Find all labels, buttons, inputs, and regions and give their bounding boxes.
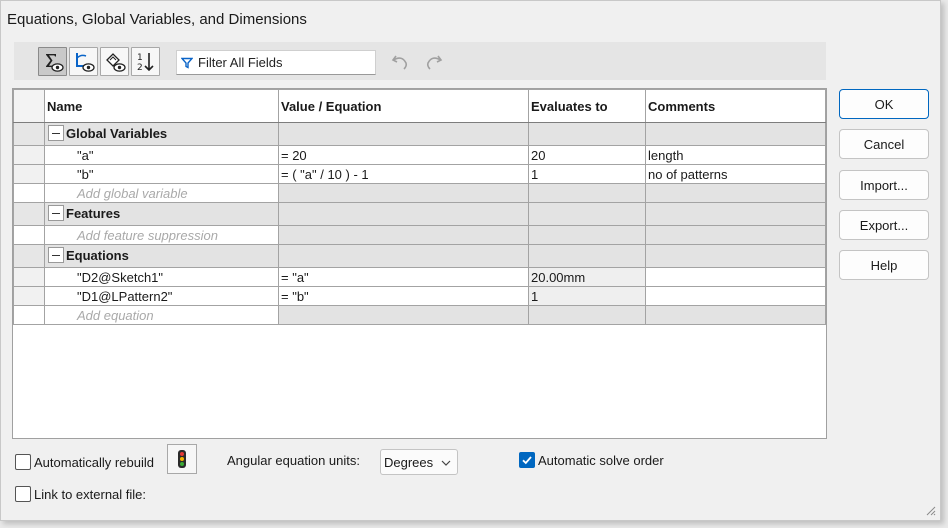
section-header[interactable]: Equations — [44, 244, 279, 268]
row-selector[interactable] — [13, 305, 45, 325]
auto-rebuild-checkbox[interactable] — [15, 454, 31, 470]
add-global-variable-cell[interactable]: Add global variable — [44, 183, 279, 203]
section-label: Equations — [66, 247, 129, 263]
section-global-variables: Global Variables — [13, 122, 826, 146]
cancel-button[interactable]: Cancel — [839, 129, 929, 159]
section-equations: Equations — [13, 244, 826, 268]
column-header-value[interactable]: Value / Equation — [278, 89, 529, 123]
evaluates-cell: 1 — [528, 164, 646, 184]
row-selector[interactable] — [13, 164, 45, 184]
comment-cell[interactable] — [645, 267, 826, 287]
table-row: "D1@LPattern2" = "b" 1 — [13, 286, 826, 306]
row-selector[interactable] — [13, 267, 45, 287]
equation-name-cell[interactable]: "D2@Sketch1" — [44, 267, 279, 287]
dialog-title: Equations, Global Variables, and Dimensi… — [7, 11, 307, 28]
add-row: Add equation — [13, 305, 826, 325]
comment-cell[interactable]: length — [645, 145, 826, 165]
row-selector[interactable] — [13, 244, 45, 268]
row-selector-header[interactable] — [13, 89, 45, 123]
auto-rebuild-label: Automatically rebuild — [34, 455, 154, 470]
help-button[interactable]: Help — [839, 250, 929, 280]
evaluates-cell: 20.00mm — [528, 267, 646, 287]
dimension-view-button[interactable] — [100, 47, 129, 76]
table-row: "a" = 20 20 length — [13, 145, 826, 165]
value-cell[interactable]: = ( "a" / 10 ) - 1 — [278, 164, 529, 184]
collapse-icon[interactable] — [48, 205, 64, 222]
filter-field[interactable]: Filter All Fields — [176, 50, 376, 75]
ok-button[interactable]: OK — [839, 89, 929, 119]
collapse-icon[interactable] — [48, 247, 64, 264]
filter-placeholder: Filter All Fields — [198, 55, 283, 70]
chevron-down-icon — [441, 460, 451, 466]
equations-table: Name Value / Equation Evaluates to Comme… — [12, 88, 827, 439]
link-external-label: Link to external file: — [34, 487, 147, 502]
section-features: Features — [13, 202, 826, 226]
comment-cell[interactable]: no of patterns — [645, 164, 826, 184]
section-label: Features — [66, 205, 121, 221]
checkmark-icon — [522, 456, 532, 465]
section-label: Global Variables — [66, 125, 168, 141]
comment-cell[interactable] — [645, 286, 826, 306]
evaluates-cell: 20 — [528, 145, 646, 165]
add-row: Add feature suppression — [13, 225, 826, 245]
variable-name-cell[interactable]: "b" — [44, 164, 279, 184]
value-cell[interactable]: = "b" — [278, 286, 529, 306]
variable-name-cell[interactable]: "a" — [44, 145, 279, 165]
equations-dialog: Equations, Global Variables, and Dimensi… — [0, 0, 941, 521]
row-selector[interactable] — [13, 225, 45, 245]
column-header-name[interactable]: Name — [44, 89, 279, 123]
row-selector[interactable] — [13, 122, 45, 146]
row-selector[interactable] — [13, 145, 45, 165]
sketch-equation-view-icon — [75, 52, 95, 72]
table-row: "b" = ( "a" / 10 ) - 1 1 no of patterns — [13, 164, 826, 184]
row-selector[interactable] — [13, 202, 45, 226]
equation-view-button[interactable] — [38, 47, 67, 76]
table-row: "D2@Sketch1" = "a" 20.00mm — [13, 267, 826, 287]
import-button[interactable]: Import... — [839, 170, 929, 200]
svg-text:2: 2 — [137, 63, 143, 73]
auto-solve-label: Automatic solve order — [538, 453, 664, 468]
evaluates-cell: 1 — [528, 286, 646, 306]
row-selector[interactable] — [13, 286, 45, 306]
row-selector[interactable] — [13, 183, 45, 203]
svg-text:1: 1 — [137, 53, 143, 63]
value-cell[interactable]: = "a" — [278, 267, 529, 287]
filter-funnel-icon — [181, 57, 193, 69]
section-header[interactable]: Global Variables — [44, 122, 279, 146]
angular-units-value: Degrees — [384, 454, 434, 470]
section-header[interactable]: Features — [44, 202, 279, 226]
sketch-equation-view-button[interactable] — [69, 47, 98, 76]
dimension-view-icon — [105, 52, 126, 72]
equation-view-icon — [45, 53, 64, 72]
redo-icon[interactable] — [422, 51, 444, 73]
undo-icon[interactable] — [390, 51, 412, 73]
ordered-view-icon: 1 2 — [137, 52, 154, 73]
add-equation-cell[interactable]: Add equation — [44, 305, 279, 325]
add-feature-suppression-cell[interactable]: Add feature suppression — [44, 225, 279, 245]
link-external-checkbox[interactable] — [15, 486, 31, 502]
resize-grip-icon[interactable] — [924, 504, 936, 516]
toolbar: 1 2 Filter All Fields — [14, 42, 826, 80]
equation-name-cell[interactable]: "D1@LPattern2" — [44, 286, 279, 306]
ordered-view-button[interactable]: 1 2 — [131, 47, 160, 76]
traffic-light-icon — [178, 450, 186, 468]
angular-units-label: Angular equation units: — [227, 453, 360, 468]
add-row: Add global variable — [13, 183, 826, 203]
column-header-evaluates[interactable]: Evaluates to — [528, 89, 646, 123]
angular-units-select[interactable]: Degrees — [380, 449, 458, 475]
value-cell[interactable]: = 20 — [278, 145, 529, 165]
auto-solve-checkbox[interactable] — [519, 452, 535, 468]
table-header: Name Value / Equation Evaluates to Comme… — [13, 89, 826, 123]
column-header-comments[interactable]: Comments — [645, 89, 826, 123]
export-button[interactable]: Export... — [839, 210, 929, 240]
rebuild-button[interactable] — [167, 444, 197, 474]
collapse-icon[interactable] — [48, 125, 64, 142]
